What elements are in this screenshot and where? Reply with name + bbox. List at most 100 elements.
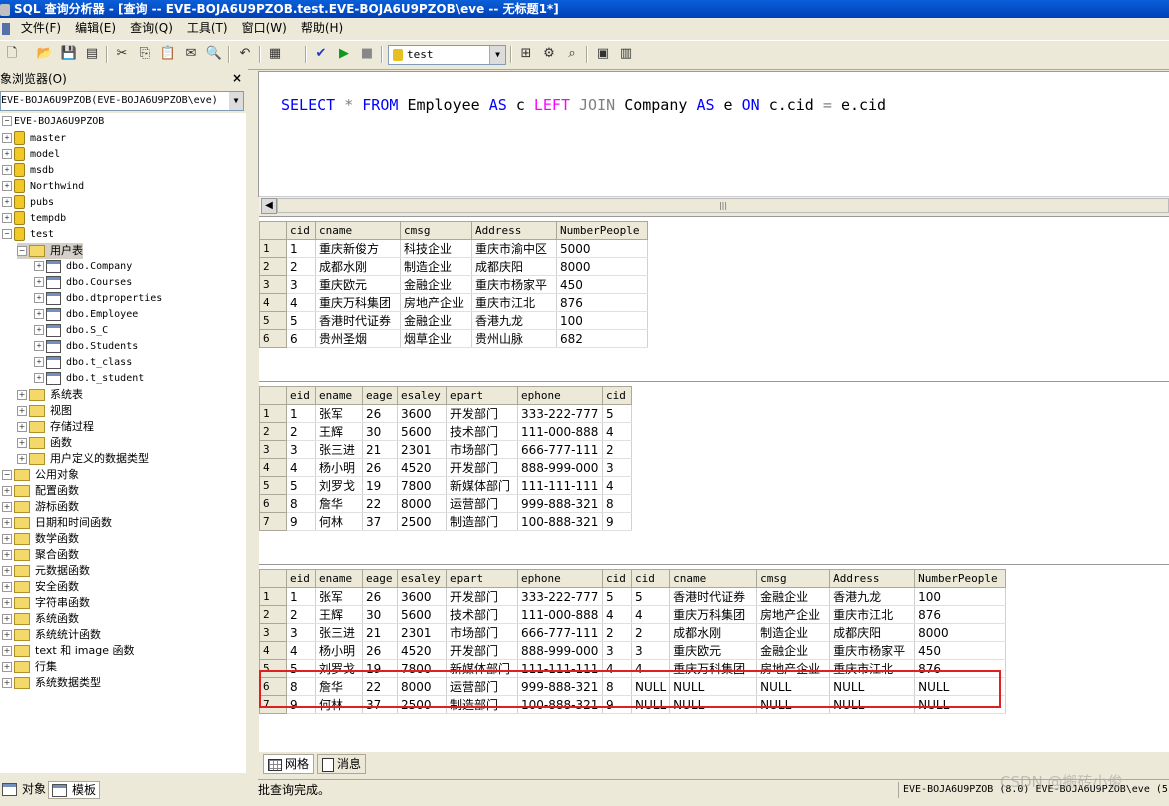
table-cell[interactable]: 重庆欧元 [315, 275, 401, 294]
chevron-down-icon[interactable]: ▼ [229, 92, 243, 110]
table-cell[interactable]: 21 [362, 623, 398, 642]
table-cell[interactable]: 重庆市江北 [471, 293, 557, 312]
table-cell[interactable]: 张三进 [315, 440, 363, 459]
table-cell[interactable]: 7800 [397, 476, 447, 495]
table-cell[interactable]: 贵州山脉 [471, 329, 557, 348]
expand-icon[interactable]: + [17, 422, 27, 432]
display-plan-icon[interactable]: ⊞ [517, 45, 535, 63]
column-header[interactable]: epart [446, 569, 518, 588]
tree-table-company[interactable]: + dbo.Company [34, 259, 132, 275]
table-cell[interactable]: 4 [286, 458, 316, 477]
tree-table-employee[interactable]: + dbo.Employee [34, 307, 138, 323]
tree-table-courses[interactable]: + dbo.Courses [34, 275, 132, 291]
grid-corner[interactable] [259, 569, 287, 588]
row-number[interactable]: 2 [259, 257, 287, 276]
cancel-query-icon[interactable]: ■ [358, 45, 376, 63]
expand-icon[interactable]: + [2, 614, 12, 624]
row-number[interactable]: 6 [259, 329, 287, 348]
table-cell[interactable]: 100 [914, 587, 1007, 606]
row-number[interactable]: 7 [259, 512, 287, 531]
column-header[interactable]: ename [315, 569, 363, 588]
column-header[interactable]: NumberPeople [556, 221, 648, 240]
table-cell[interactable]: 重庆欧元 [669, 641, 758, 660]
table-cell[interactable]: 9 [602, 512, 632, 531]
column-header[interactable]: cmsg [400, 221, 472, 240]
expand-icon[interactable]: + [2, 502, 12, 512]
table-cell[interactable]: 3 [602, 641, 632, 660]
expand-icon[interactable]: + [2, 678, 12, 688]
table-row[interactable]: 3 3 重庆欧元 金融企业 重庆市杨家平 450 [259, 275, 648, 294]
table-cell[interactable]: 5000 [556, 239, 648, 258]
close-icon[interactable]: × [232, 71, 242, 85]
table-cell[interactable]: 2 [286, 605, 316, 624]
table-cell[interactable]: 22 [362, 494, 398, 513]
column-header[interactable]: eage [362, 386, 398, 405]
open-icon[interactable]: 📂 [36, 45, 54, 63]
table-cell[interactable]: 张三进 [315, 623, 363, 642]
table-cell[interactable]: 2 [286, 422, 316, 441]
tree-public-folder[interactable]: + 元数据函数 [2, 563, 90, 579]
table-cell[interactable]: 4 [602, 476, 632, 495]
menu-file[interactable]: 文件(F) [14, 18, 68, 38]
tree-views[interactable]: + 视图 [17, 403, 72, 419]
tree-public-folder[interactable]: + 聚合函数 [2, 547, 79, 563]
table-cell[interactable]: 2 [602, 623, 632, 642]
table-cell[interactable]: 成都水刚 [315, 257, 401, 276]
table-cell[interactable]: 市场部门 [446, 440, 518, 459]
tab-grid[interactable]: 网格 [263, 754, 315, 774]
editor-horizontal-scrollbar[interactable]: ◀ ||| [259, 196, 1169, 214]
collapse-icon[interactable]: − [2, 229, 12, 239]
table-cell[interactable]: 3 [286, 275, 316, 294]
show-plan-icon[interactable]: ⚙ [540, 45, 558, 63]
table-cell[interactable]: 重庆市杨家平 [471, 275, 557, 294]
tree-db-master[interactable]: + master [2, 131, 66, 147]
expand-icon[interactable]: + [34, 341, 44, 351]
table-cell[interactable]: 21 [362, 440, 398, 459]
object-search-icon[interactable]: ▥ [617, 45, 635, 63]
row-number[interactable]: 1 [259, 404, 287, 423]
table-cell[interactable]: 876 [914, 605, 1007, 624]
table-cell[interactable]: 何林 [315, 512, 363, 531]
table-cell[interactable]: 金融企业 [756, 641, 831, 660]
table-cell[interactable]: 888-999-000 [517, 458, 603, 477]
table-cell[interactable]: 333-222-777 [517, 587, 603, 606]
row-number[interactable]: 3 [259, 440, 287, 459]
tree-db-test[interactable]: − test [2, 227, 54, 243]
tree-public-objects[interactable]: − 公用对象 [2, 467, 79, 483]
row-number[interactable]: 5 [259, 311, 287, 330]
table-cell[interactable]: 2 [602, 440, 632, 459]
row-number[interactable]: 2 [259, 605, 287, 624]
tree-public-folder[interactable]: + 日期和时间函数 [2, 515, 112, 531]
table-cell[interactable]: 111-111-111 [517, 476, 603, 495]
tab-messages[interactable]: 消息 [317, 754, 367, 774]
table-cell[interactable]: 2301 [397, 623, 447, 642]
table-cell[interactable]: 制造部门 [446, 512, 518, 531]
tree-public-folder[interactable]: + text 和 image 函数 [2, 643, 134, 659]
menu-tools[interactable]: 工具(T) [180, 18, 235, 38]
undo-icon[interactable]: ↶ [236, 45, 254, 63]
tree-public-folder[interactable]: + 游标函数 [2, 499, 79, 515]
table-row[interactable]: 1 1 张军 26 3600 开发部门 333-222-777 5 5 香港时代证券 金融企业 香港九… [259, 587, 1007, 606]
table-cell[interactable]: 4520 [397, 458, 447, 477]
table-cell[interactable]: 876 [556, 293, 648, 312]
tree-db-pubs[interactable]: + pubs [2, 195, 54, 211]
table-cell[interactable]: 26 [362, 404, 398, 423]
collapse-icon[interactable]: − [2, 116, 12, 126]
tree-public-folder[interactable]: + 配置函数 [2, 483, 79, 499]
row-number[interactable]: 4 [259, 458, 287, 477]
table-cell[interactable]: 科技企业 [400, 239, 472, 258]
expand-icon[interactable]: + [2, 566, 12, 576]
column-header[interactable]: eid [286, 386, 316, 405]
table-cell[interactable]: 香港时代证券 [315, 311, 401, 330]
table-cell[interactable]: 香港九龙 [471, 311, 557, 330]
sql-text[interactable]: SELECT * FROM Employee AS c LEFT JOIN Co… [281, 96, 886, 114]
tree-public-folder[interactable]: + 安全函数 [2, 579, 79, 595]
column-header[interactable]: cname [315, 221, 401, 240]
expand-icon[interactable]: + [2, 181, 12, 191]
table-cell[interactable]: 房地产企业 [400, 293, 472, 312]
tree-table-students[interactable]: + dbo.Students [34, 339, 138, 355]
row-number[interactable]: 5 [259, 476, 287, 495]
tree-public-folder[interactable]: + 字符串函数 [2, 595, 90, 611]
find-icon[interactable]: 🔍 [205, 45, 223, 63]
table-cell[interactable]: 詹华 [315, 494, 363, 513]
